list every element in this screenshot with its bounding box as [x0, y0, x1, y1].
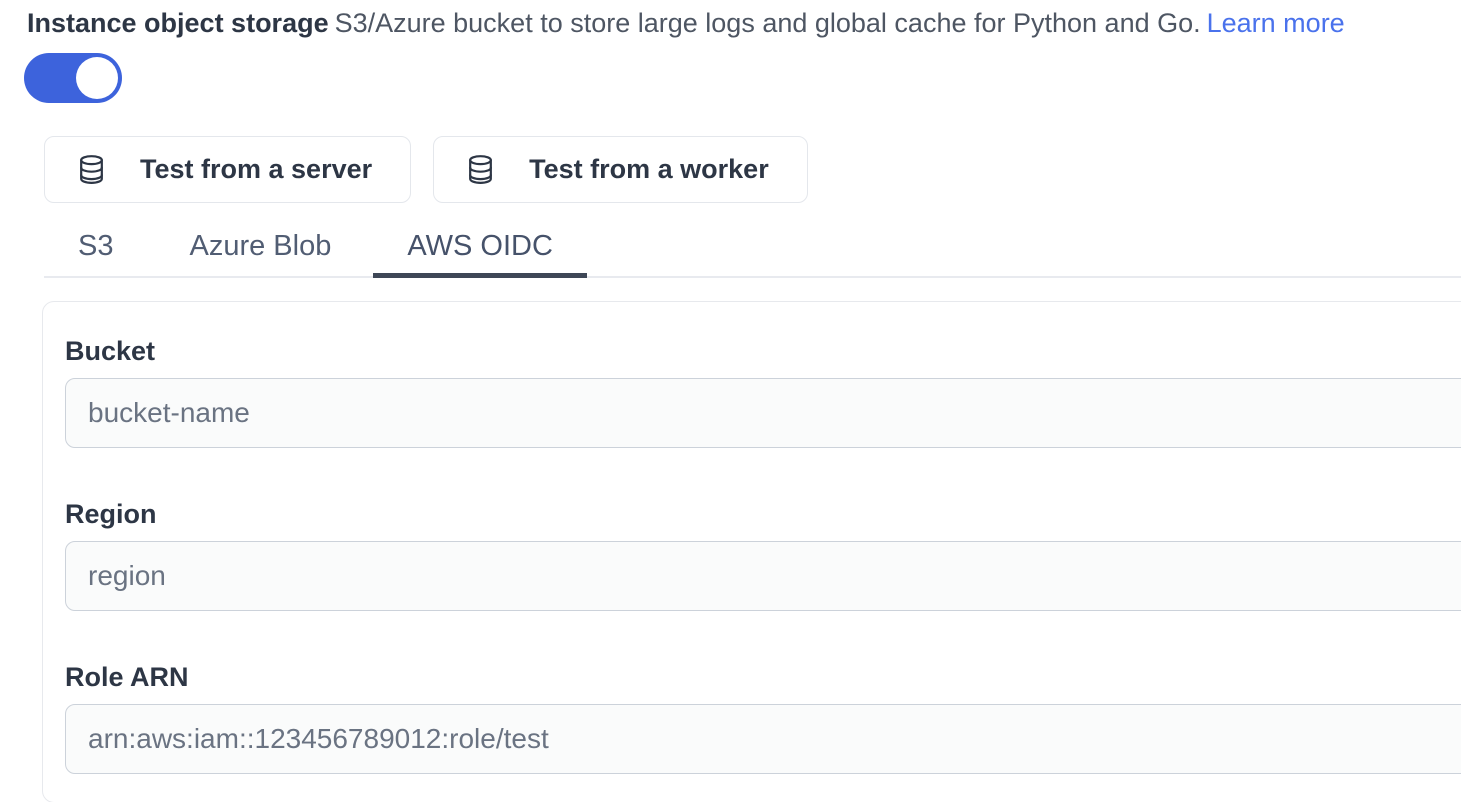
bucket-label: Bucket — [65, 335, 1461, 368]
test-from-server-label: Test from a server — [140, 154, 372, 185]
page-title: Instance object storage — [27, 8, 329, 38]
bucket-input[interactable] — [65, 378, 1461, 448]
tab-s3[interactable]: S3 — [44, 225, 147, 276]
database-icon — [75, 153, 108, 186]
test-from-worker-label: Test from a worker — [529, 154, 769, 185]
role-arn-label: Role ARN — [65, 661, 1461, 694]
bucket-field: Bucket — [65, 335, 1461, 448]
region-label: Region — [65, 498, 1461, 531]
page-header: Instance object storageS3/Azure bucket t… — [27, 5, 1441, 42]
tab-azure-blob[interactable]: Azure Blob — [155, 225, 365, 276]
role-arn-input[interactable] — [65, 704, 1461, 774]
test-buttons-row: Test from a server Test from a worker — [44, 136, 1461, 203]
test-from-server-button[interactable]: Test from a server — [44, 136, 411, 203]
region-field: Region — [65, 498, 1461, 611]
test-from-worker-button[interactable]: Test from a worker — [433, 136, 808, 203]
learn-more-link[interactable]: Learn more — [1207, 8, 1345, 38]
region-input[interactable] — [65, 541, 1461, 611]
tab-aws-oidc[interactable]: AWS OIDC — [373, 225, 587, 276]
object-storage-toggle[interactable] — [24, 53, 122, 103]
toggle-knob — [76, 57, 118, 99]
aws-oidc-settings-card: Bucket Region Role ARN — [42, 301, 1461, 802]
storage-tabs: S3 Azure Blob AWS OIDC — [44, 225, 1461, 278]
page-description: S3/Azure bucket to store large logs and … — [335, 8, 1201, 38]
role-arn-field: Role ARN — [65, 661, 1461, 774]
database-icon — [464, 153, 497, 186]
